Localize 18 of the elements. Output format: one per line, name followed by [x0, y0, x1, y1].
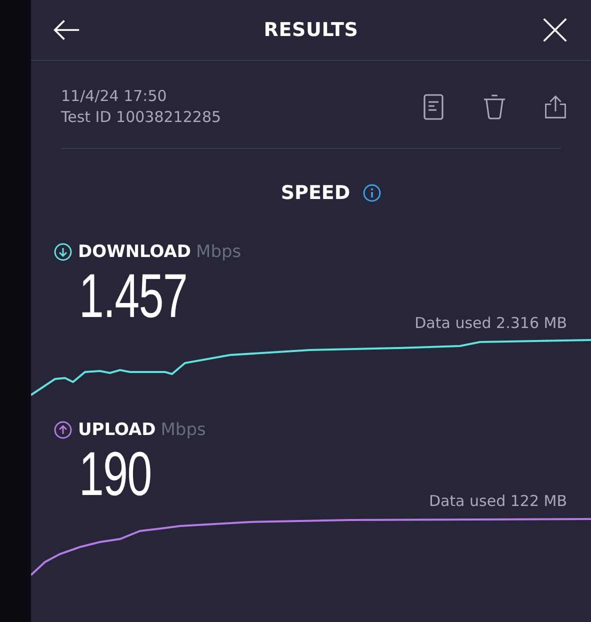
metric-label: UPLOAD: [78, 420, 156, 440]
test-id: Test ID 10038212285: [61, 107, 222, 128]
data-used-text: Data used 122 MB: [428, 492, 567, 510]
unit-label: Mbps: [160, 420, 206, 440]
test-datetime: 11/4/24 17:50: [61, 86, 168, 107]
info-icon[interactable]: [363, 184, 382, 202]
back-arrow-icon[interactable]: [53, 17, 81, 43]
metric-label: DOWNLOAD: [78, 242, 192, 262]
unit-label: Mbps: [196, 242, 242, 262]
trash-icon[interactable]: [483, 94, 506, 120]
screen-title: RESULTS: [264, 19, 358, 41]
speed-heading: SPEED: [280, 182, 350, 204]
close-icon[interactable]: [541, 17, 569, 43]
share-icon[interactable]: [544, 94, 567, 120]
data-used-text: Data used 2.316 MB: [414, 314, 567, 332]
document-icon[interactable]: [422, 94, 445, 120]
speed-value: 1.457: [79, 266, 188, 328]
speed-value: 190: [79, 444, 152, 506]
